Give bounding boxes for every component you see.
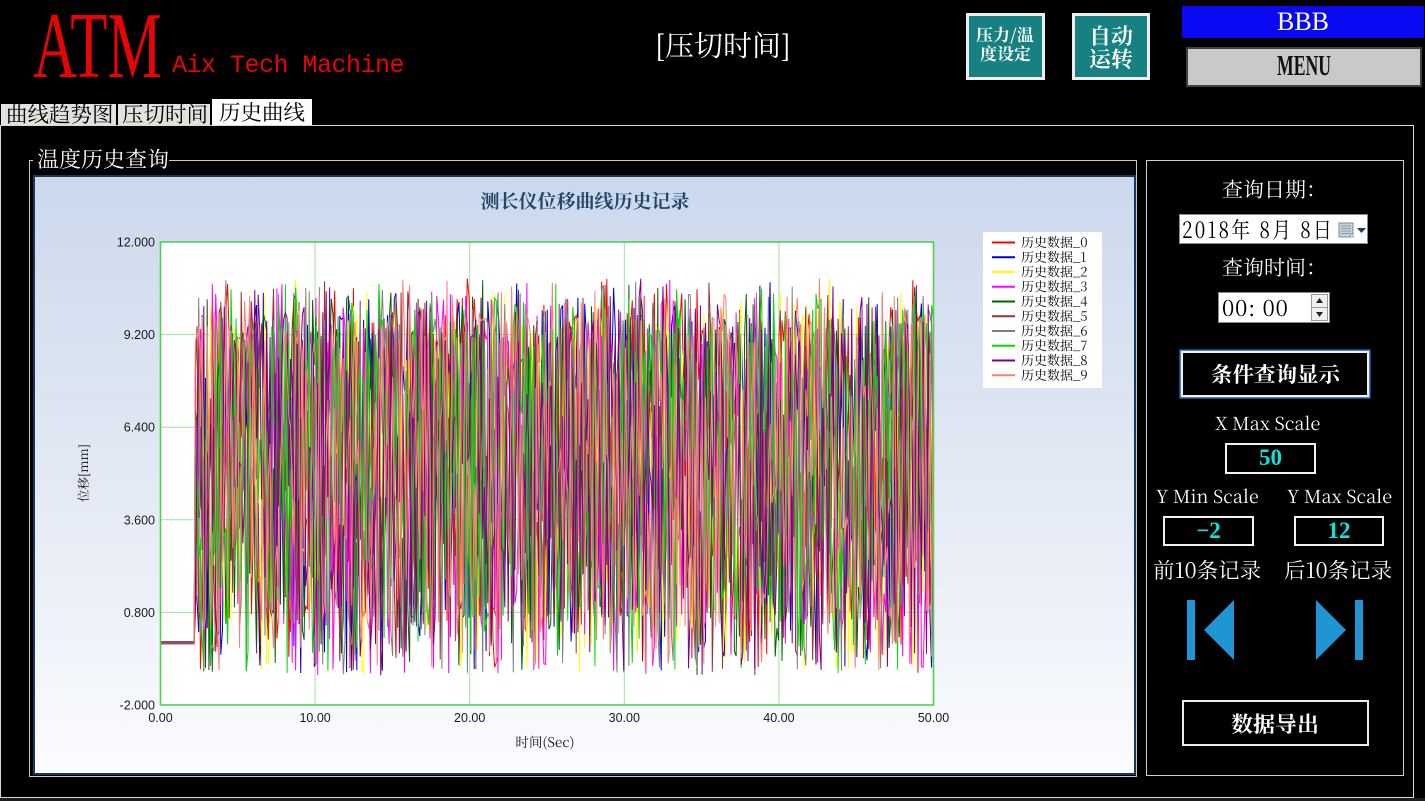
svg-text:6.400: 6.400 xyxy=(124,421,155,435)
svg-text:12.000: 12.000 xyxy=(117,236,155,250)
svg-text:20.00: 20.00 xyxy=(454,711,485,725)
svg-text:10.00: 10.00 xyxy=(299,711,330,725)
svg-text:3.600: 3.600 xyxy=(124,513,155,527)
svg-text:40.00: 40.00 xyxy=(763,711,794,725)
svg-text:50.00: 50.00 xyxy=(918,711,949,725)
svg-text:9.200: 9.200 xyxy=(124,328,155,342)
svg-text:0.00: 0.00 xyxy=(148,711,172,725)
svg-text:0.800: 0.800 xyxy=(124,606,155,620)
svg-text:30.00: 30.00 xyxy=(609,711,640,725)
